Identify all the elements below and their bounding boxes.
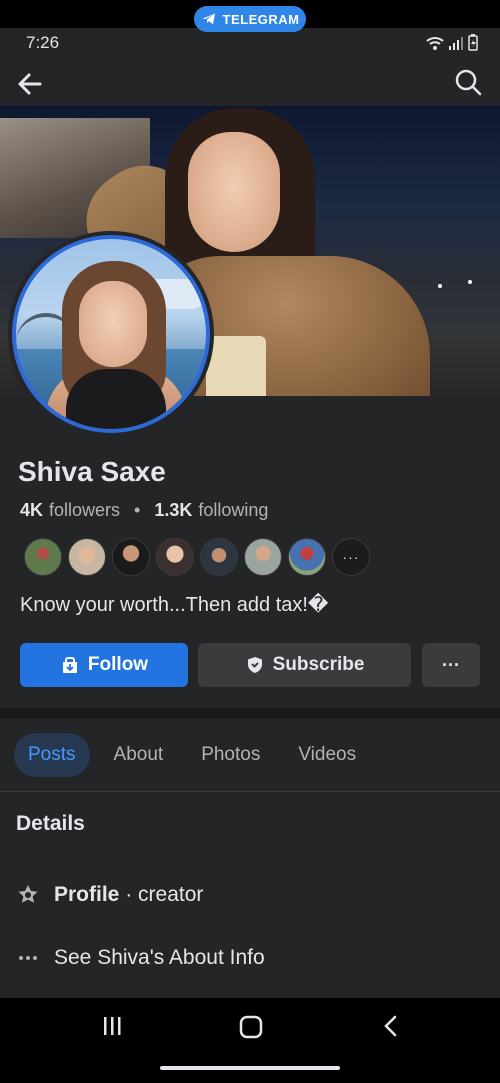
tab-about[interactable]: About [100, 733, 178, 777]
friend-avatar[interactable] [24, 538, 62, 576]
profile-category: · creator [125, 883, 204, 906]
friend-avatar[interactable] [244, 538, 282, 576]
avatar-photo [12, 235, 210, 433]
section-divider [0, 708, 500, 718]
tab-videos[interactable]: Videos [284, 733, 370, 777]
telegram-label: TELEGRAM [222, 11, 300, 27]
mutual-friends-row: ··· [24, 538, 370, 576]
profile-category-row: Profile · creator [16, 883, 203, 907]
profile-avatar[interactable] [8, 231, 214, 437]
tabs-divider [0, 791, 500, 792]
profile-tabs: Posts About Photos Videos [14, 733, 380, 777]
profile-name: Shiva Saxe [18, 456, 166, 487]
follow-icon [62, 657, 77, 673]
details-heading: Details [16, 812, 85, 835]
more-friends-button[interactable]: ··· [332, 538, 370, 576]
stats-separator: • [134, 500, 141, 520]
telegram-pill[interactable]: TELEGRAM [194, 6, 306, 32]
recent-apps-icon[interactable] [100, 1014, 124, 1038]
friend-avatar[interactable] [68, 538, 106, 576]
subscribe-label: Subscribe [272, 654, 365, 675]
gesture-bar [160, 1066, 340, 1070]
tab-posts[interactable]: Posts [14, 733, 90, 777]
wifi-icon [426, 36, 444, 50]
status-bar: 7:26 [0, 28, 500, 58]
friend-avatar[interactable] [288, 538, 326, 576]
avatar-face [79, 281, 147, 367]
telegram-icon [201, 13, 215, 25]
subscribe-button[interactable]: Subscribe [198, 643, 411, 687]
avatar-top [66, 369, 166, 429]
follow-label: Follow [87, 654, 149, 675]
profile-screen: TELEGRAM 7:26 Shiva Saxe 4K followers • … [0, 0, 500, 1083]
profile-label: Profile [54, 883, 120, 906]
cover-top [206, 336, 266, 396]
following-count[interactable]: 1.3K [154, 500, 192, 521]
status-icons [426, 34, 478, 51]
friend-avatar[interactable] [156, 538, 194, 576]
back-nav-icon[interactable] [380, 1014, 404, 1038]
profile-stats: 4K followers • 1.3K following [20, 500, 268, 521]
following-label[interactable]: following [198, 500, 268, 521]
system-nav-bar [0, 998, 500, 1083]
back-arrow-icon[interactable] [14, 68, 46, 100]
battery-icon [468, 34, 478, 51]
followers-count[interactable]: 4K [20, 500, 43, 521]
star-badge-icon [16, 883, 40, 907]
follow-button[interactable]: Follow [20, 643, 188, 687]
home-icon[interactable] [238, 1014, 264, 1040]
profile-bio: Know your worth...Then add tax!� [20, 594, 329, 616]
top-nav [0, 58, 500, 108]
search-icon[interactable] [454, 68, 482, 96]
shield-icon [247, 657, 262, 673]
status-time: 7:26 [26, 33, 60, 52]
more-dots-icon [16, 946, 40, 970]
followers-label[interactable]: followers [49, 500, 120, 521]
tab-photos[interactable]: Photos [187, 733, 274, 777]
signal-icon [449, 36, 463, 50]
friend-avatar[interactable] [200, 538, 238, 576]
cover-face [188, 132, 280, 252]
about-info-row[interactable]: See Shiva's About Info [16, 946, 265, 970]
more-options-button[interactable]: ··· [422, 643, 480, 687]
about-info-link[interactable]: See Shiva's About Info [54, 946, 265, 970]
friend-avatar[interactable] [112, 538, 150, 576]
